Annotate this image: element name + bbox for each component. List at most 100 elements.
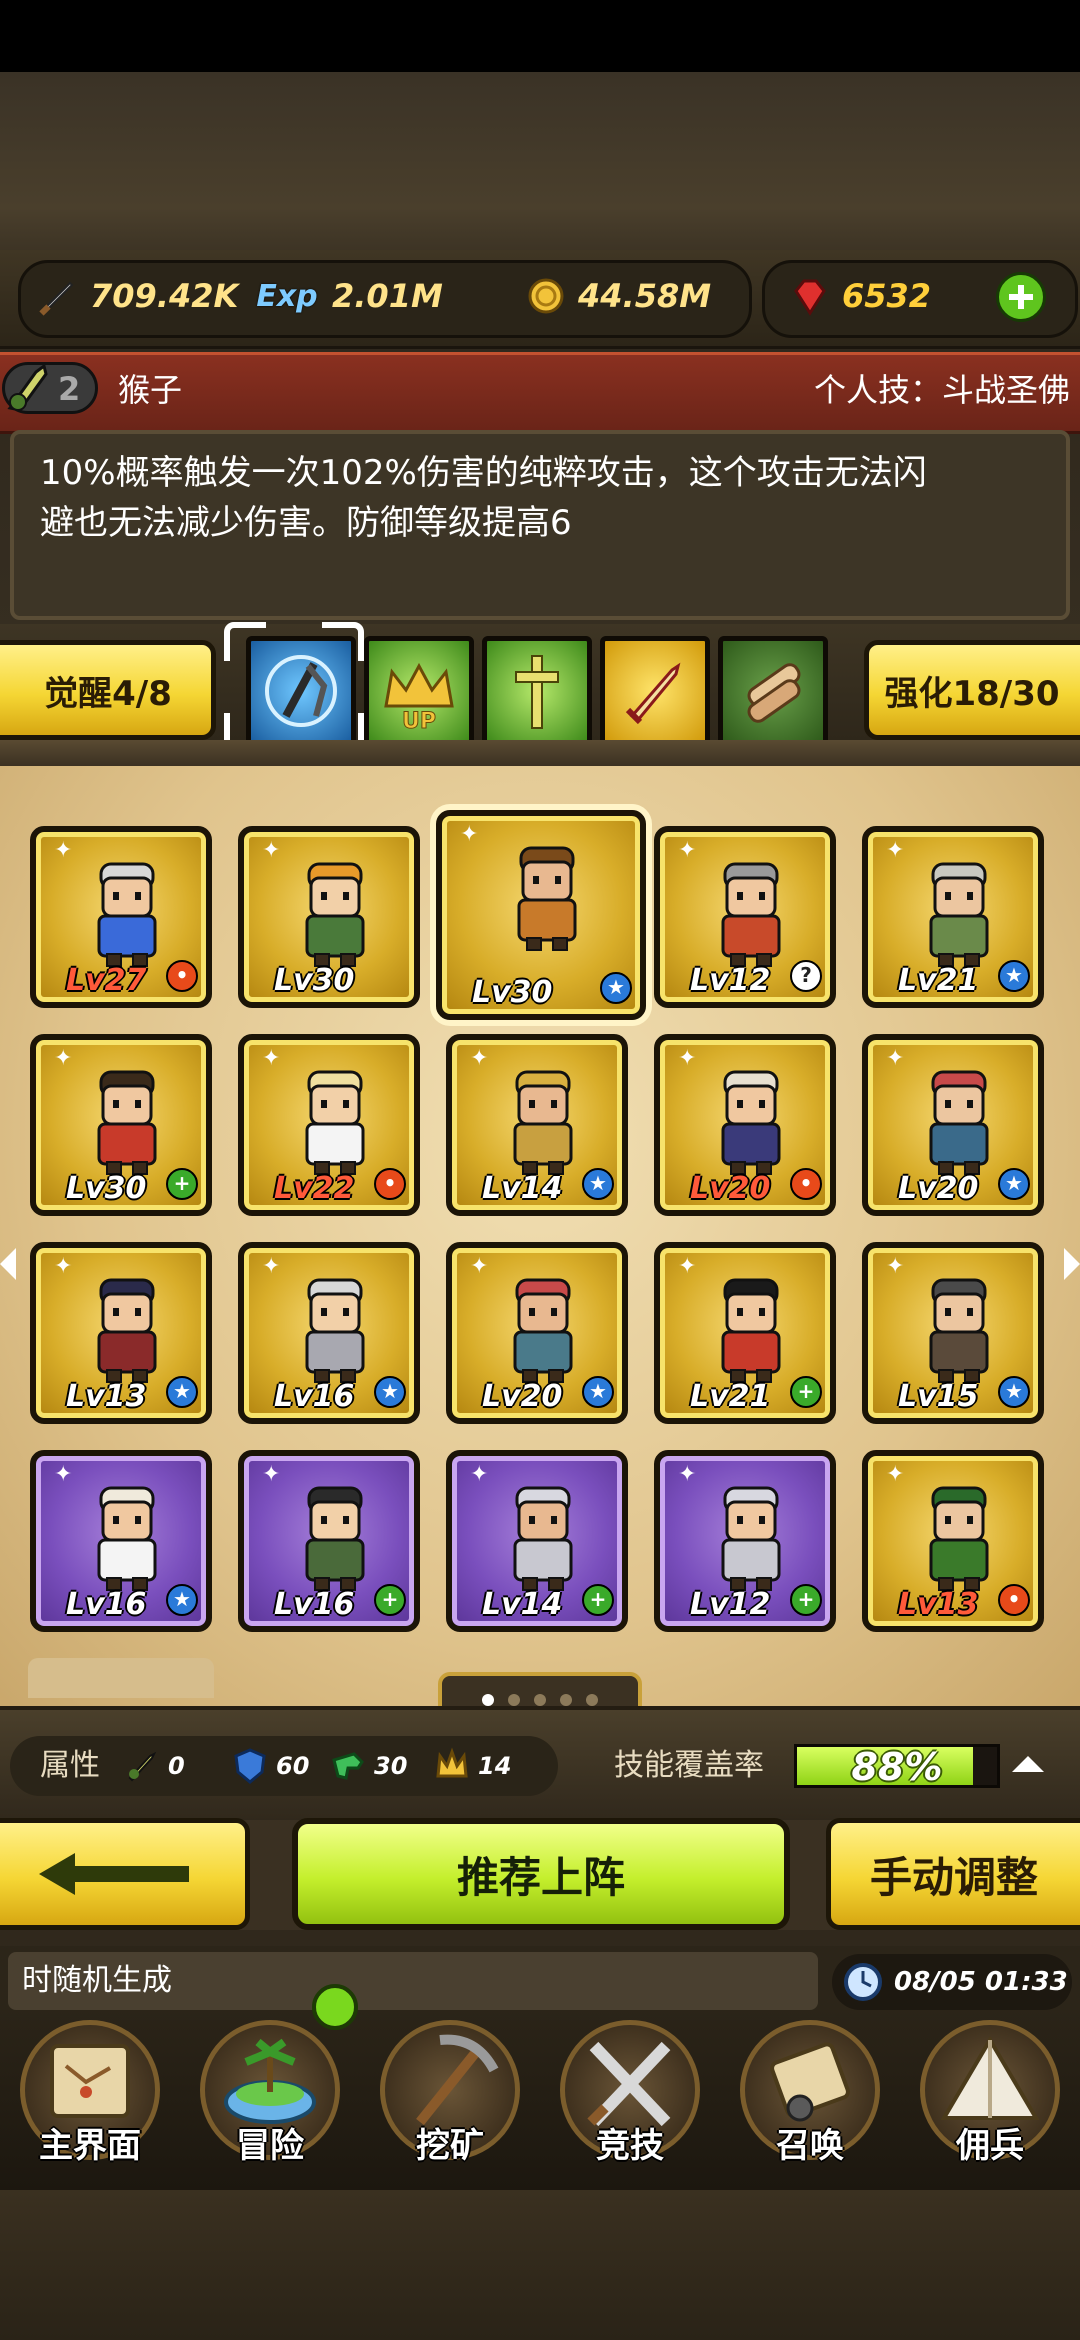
unknown-status-icon: ?: [790, 960, 822, 992]
hero-level: Lv30: [472, 975, 553, 1010]
sparkle-icon: ✦: [262, 1046, 281, 1071]
skill-slot-4[interactable]: [600, 636, 710, 746]
hero-portrait-icon: [513, 1278, 573, 1383]
blue-status-icon: ★: [600, 972, 632, 1004]
sparkle-icon: ✦: [262, 838, 281, 863]
coin-icon: [520, 271, 570, 321]
green-status-icon: +: [790, 1584, 822, 1616]
sparkle-icon: ✦: [54, 1462, 73, 1487]
nav-item[interactable]: 主界面: [0, 2010, 180, 2180]
hero-card[interactable]: ✦ Lv14 +: [446, 1450, 628, 1632]
hero-card[interactable]: ✦ Lv21 ★: [862, 826, 1044, 1008]
awaken-button[interactable]: 觉醒4/8: [0, 640, 216, 740]
hero-portrait-icon: [517, 846, 577, 951]
add-gems-button[interactable]: [996, 272, 1046, 322]
hero-card[interactable]: ✦ Lv21 +: [654, 1242, 836, 1424]
attack-value: 709.42K: [90, 277, 239, 315]
crown-icon: [430, 1744, 474, 1788]
page-dot[interactable]: [482, 1694, 494, 1706]
hero-card[interactable]: ✦ Lv12?: [654, 826, 836, 1008]
attribute-label: 属性: [40, 1748, 100, 1783]
hero-card[interactable]: ✦ Lv12 +: [654, 1450, 836, 1632]
sparkle-icon: ✦: [54, 1046, 73, 1071]
expand-up-icon[interactable]: [1012, 1756, 1044, 1772]
hero-portrait-icon: [513, 1486, 573, 1591]
gold-resource: 44.58M: [520, 266, 711, 326]
hero-level: Lv14: [482, 1587, 563, 1622]
notification-dot: [312, 1984, 358, 2030]
hero-name: 猴子: [118, 371, 183, 409]
hero-card[interactable]: ✦ Lv20 ★: [862, 1034, 1044, 1216]
sparkle-icon: ✦: [678, 1462, 697, 1487]
sparkle-icon: ✦: [886, 1462, 905, 1487]
sparkle-icon: ✦: [54, 1254, 73, 1279]
sparkle-icon: ✦: [262, 1462, 281, 1487]
page-left-arrow[interactable]: [0, 1248, 16, 1280]
hero-card[interactable]: ✦ Lv20 •: [654, 1034, 836, 1216]
page-dot[interactable]: [560, 1694, 572, 1706]
hero-card[interactable]: ✦ Lv22 •: [238, 1034, 420, 1216]
hero-portrait-icon: [97, 862, 157, 967]
hero-portrait-icon: [929, 1278, 989, 1383]
enhance-button[interactable]: 强化18/30: [864, 640, 1080, 740]
hero-class-icon: [7, 363, 48, 412]
sparkle-icon: ✦: [460, 822, 479, 847]
hero-card[interactable]: ✦ Lv27 •: [30, 826, 212, 1008]
hero-card[interactable]: ✦ Lv30 +: [30, 1034, 212, 1216]
clock-text: 08/05 01:33: [894, 1967, 1068, 1997]
attr-crown-value: 14: [478, 1752, 512, 1780]
skill-slot-5[interactable]: [718, 636, 828, 746]
hero-level: Lv20: [898, 1171, 979, 1206]
attr-boot-value: 30: [374, 1752, 408, 1780]
skill-slot-2[interactable]: UP: [364, 636, 474, 746]
hero-card[interactable]: ✦ Lv15 ★: [862, 1242, 1044, 1424]
recommend-lineup-button[interactable]: 推荐上阵: [292, 1818, 790, 1930]
page-dot[interactable]: [534, 1694, 546, 1706]
nav-item[interactable]: 挖矿: [360, 2010, 540, 2180]
hero-level: Lv30: [274, 963, 355, 998]
hero-portrait-icon: [929, 1486, 989, 1591]
hero-card[interactable]: ✦ Lv16 ★: [238, 1242, 420, 1424]
page-dot[interactable]: [586, 1694, 598, 1706]
green-status-icon: +: [790, 1376, 822, 1408]
hero-level: Lv14: [482, 1171, 563, 1206]
attr-boot: 30: [326, 1740, 407, 1792]
nav-item[interactable]: 佣兵: [900, 2010, 1080, 2180]
manual-adjust-button[interactable]: 手动调整: [826, 1818, 1080, 1930]
hero-card[interactable]: ✦ Lv13 ★: [30, 1242, 212, 1424]
gem-resource: 6532: [784, 266, 931, 326]
hero-portrait-icon: [305, 1486, 365, 1591]
sparkle-icon: ✦: [262, 1254, 281, 1279]
hero-card[interactable]: ✦ Lv30 ★: [436, 810, 646, 1020]
hero-level: Lv16: [274, 1379, 355, 1414]
hero-card[interactable]: ✦ Lv16 ★: [30, 1450, 212, 1632]
hero-level: Lv20: [690, 1171, 771, 1206]
hero-level: Lv13: [66, 1379, 147, 1414]
attr-crown: 14: [430, 1740, 511, 1792]
back-button[interactable]: [0, 1818, 250, 1930]
attr-shield-value: 60: [276, 1752, 310, 1780]
skill-slot-3[interactable]: [482, 636, 592, 746]
blue-status-icon: ★: [582, 1376, 614, 1408]
page-right-arrow[interactable]: [1064, 1248, 1080, 1280]
blue-status-icon: ★: [166, 1584, 198, 1616]
nav-item[interactable]: 召唤: [720, 2010, 900, 2180]
hero-level: Lv27: [66, 963, 147, 998]
nav-item[interactable]: 冒险: [180, 2010, 360, 2180]
hero-portrait-icon: [97, 1278, 157, 1383]
hero-level: Lv16: [66, 1587, 147, 1622]
hero-card[interactable]: ✦ Lv13 •: [862, 1450, 1044, 1632]
sparkle-icon: ✦: [678, 1254, 697, 1279]
page-dot[interactable]: [508, 1694, 520, 1706]
crown-up-icon: UP: [384, 662, 454, 735]
scroll-bundle-icon: [747, 663, 801, 723]
hero-portrait-icon: [305, 1070, 365, 1175]
hero-level: Lv13: [898, 1587, 979, 1622]
nav-item[interactable]: 竞技: [540, 2010, 720, 2180]
hero-card[interactable]: ✦ Lv30: [238, 826, 420, 1008]
hero-card[interactable]: ✦ Lv14 ★: [446, 1034, 628, 1216]
hero-card[interactable]: ✦ Lv20 ★: [446, 1242, 628, 1424]
hero-card[interactable]: ✦ Lv16 +: [238, 1450, 420, 1632]
hero-portrait-icon: [721, 862, 781, 967]
sparkle-icon: ✦: [54, 838, 73, 863]
